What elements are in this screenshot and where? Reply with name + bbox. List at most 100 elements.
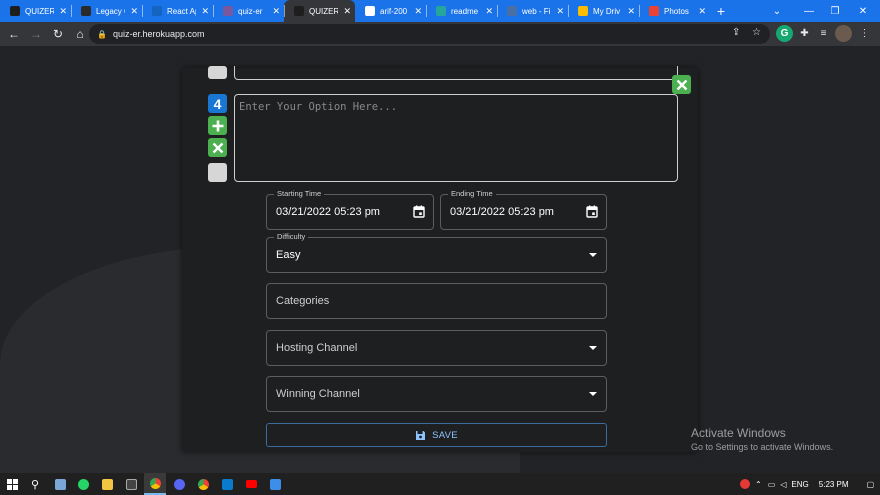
calendar-icon[interactable] <box>413 205 425 218</box>
chrome-icon <box>197 478 209 490</box>
notification-icon[interactable]: ▢ <box>867 480 875 489</box>
start-button[interactable] <box>1 473 23 495</box>
option-number-badge: 4 <box>208 94 227 113</box>
browser-tab[interactable]: arif-200 ✕ <box>355 0 426 22</box>
taskbar-app-chrome-alt[interactable] <box>192 473 214 495</box>
tab-title: readme <box>451 6 479 16</box>
tab-close-icon[interactable]: ✕ <box>627 6 635 17</box>
profile-avatar[interactable] <box>835 25 852 42</box>
search-button[interactable]: ⚲ <box>24 473 46 495</box>
close-window-button[interactable]: ✕ <box>850 0 876 22</box>
difficulty-select[interactable]: Difficulty Easy <box>266 232 607 273</box>
photos-icon <box>269 478 281 490</box>
share-icon[interactable]: ⇪ <box>732 27 740 38</box>
terminal-icon <box>125 478 137 490</box>
browser-tab[interactable]: QUIZER ✕ <box>0 0 71 22</box>
categories-placeholder: Categories <box>276 295 330 307</box>
tab-strip: QUIZER ✕ Legacy C ✕ React Ap ✕ quiz-er ✕ QUIZER ✕… <box>0 0 880 22</box>
address-bar[interactable]: 🔒 quiz-er.herokuapp.com <box>89 24 770 44</box>
ending-time-field[interactable]: Ending Time 03/21/2022 05:23 pm <box>440 189 607 230</box>
lock-icon: 🔒 <box>97 29 107 39</box>
battery-icon[interactable]: ▭ <box>768 480 776 489</box>
windows-logo-icon <box>6 478 18 490</box>
browser-tab[interactable]: React Ap ✕ <box>142 0 213 22</box>
reload-button[interactable]: ↻ <box>47 23 69 45</box>
remove-previous-option-button[interactable] <box>672 75 691 94</box>
browser-tab[interactable]: web - Fi ✕ <box>497 0 568 22</box>
tab-search-button[interactable]: ⌄ <box>764 0 790 22</box>
browser-tab[interactable]: My Driv ✕ <box>568 0 639 22</box>
taskbar-app-terminal[interactable] <box>120 473 142 495</box>
search-icon: ⚲ <box>30 478 40 491</box>
dropdown-caret-icon <box>589 253 597 257</box>
restore-button[interactable]: ❐ <box>822 0 848 22</box>
tab-title: arif-200 <box>380 6 408 16</box>
language-indicator[interactable]: ENG <box>791 480 808 489</box>
taskbar-app-vscode[interactable] <box>216 473 238 495</box>
taskbar-app-notepad[interactable] <box>49 473 71 495</box>
browser-tab[interactable]: Photos ✕ <box>639 0 710 22</box>
browser-tab[interactable]: quiz-er ✕ <box>213 0 284 22</box>
browser-toolbar: ← → ↻ ⌂ 🔒 quiz-er.herokuapp.com ⇪ ☆ G ✚ … <box>0 22 880 46</box>
option-text-input[interactable] <box>234 94 678 182</box>
save-button[interactable]: SAVE <box>266 423 607 447</box>
bookmark-star-icon[interactable]: ☆ <box>752 27 761 38</box>
tab-close-icon[interactable]: ✕ <box>201 6 209 17</box>
winning-channel-select[interactable]: Winning Channel <box>266 376 607 412</box>
tab-close-icon[interactable]: ✕ <box>485 6 493 17</box>
chevron-up-icon[interactable]: ⌃ <box>755 480 762 489</box>
tab-close-icon[interactable]: ✕ <box>556 6 564 17</box>
new-tab-button[interactable]: + <box>710 0 732 22</box>
ending-time-value[interactable]: 03/21/2022 05:23 pm <box>450 195 554 229</box>
grammarly-extension-icon[interactable]: G <box>776 25 793 42</box>
winning-channel-placeholder: Winning Channel <box>276 388 360 400</box>
tab-close-icon[interactable]: ✕ <box>414 6 422 17</box>
previous-option-field[interactable] <box>234 66 678 80</box>
option-checkbox-prev[interactable] <box>208 66 227 79</box>
tab-title: web - Fi <box>522 6 551 16</box>
back-button[interactable]: ← <box>3 23 25 45</box>
calendar-icon[interactable] <box>586 205 598 218</box>
activate-windows-watermark: Activate Windows Go to Settings to activ… <box>691 426 833 452</box>
taskbar-app-whatsapp[interactable] <box>72 473 94 495</box>
starting-time-value[interactable]: 03/21/2022 05:23 pm <box>276 195 380 229</box>
quiz-form-card: 4 Starting Time 03/21/2022 05:23 pm Endi… <box>182 66 698 452</box>
tab-close-icon[interactable]: ✕ <box>130 6 138 17</box>
remove-option-button[interactable] <box>208 138 227 157</box>
browser-tab[interactable]: Legacy C ✕ <box>71 0 142 22</box>
reading-list-icon[interactable]: ≡ <box>815 25 832 42</box>
web-icon <box>507 6 517 16</box>
browser-tab[interactable]: QUIZER ✕ <box>284 0 355 22</box>
add-option-button[interactable] <box>208 116 227 135</box>
taskbar-app-photos[interactable] <box>264 473 286 495</box>
tab-close-icon[interactable]: ✕ <box>343 6 351 17</box>
taskbar-app-chrome[interactable] <box>144 473 166 495</box>
categories-field[interactable]: Categories <box>266 283 607 319</box>
dropdown-caret-icon <box>589 392 597 396</box>
tab-title: Legacy C <box>96 6 125 16</box>
browser-tab[interactable]: readme ✕ <box>426 0 497 22</box>
tab-close-icon[interactable]: ✕ <box>272 6 280 17</box>
tray-app-icon[interactable] <box>740 479 750 489</box>
home-button[interactable]: ⌂ <box>69 23 91 45</box>
menu-kebab-icon[interactable]: ⋮ <box>856 25 873 42</box>
hosting-channel-select[interactable]: Hosting Channel <box>266 330 607 366</box>
page-content: 4 Starting Time 03/21/2022 05:23 pm Endi… <box>0 46 880 473</box>
volume-icon[interactable]: ◁ <box>780 480 786 489</box>
reload-icon: ↻ <box>52 27 64 41</box>
taskbar-app-file-explorer[interactable] <box>96 473 118 495</box>
extensions-puzzle-icon[interactable]: ✚ <box>796 25 813 42</box>
starting-time-field[interactable]: Starting Time 03/21/2022 05:23 pm <box>266 189 434 230</box>
home-icon: ⌂ <box>76 27 84 41</box>
taskbar-app-youtube[interactable] <box>240 473 262 495</box>
tab-title: quiz-er <box>238 6 263 16</box>
tab-close-icon[interactable]: ✕ <box>698 6 706 17</box>
minimize-button[interactable]: — <box>796 0 822 22</box>
taskbar-app-discord[interactable] <box>168 473 190 495</box>
tab-close-icon[interactable]: ✕ <box>59 6 67 17</box>
dropdown-caret-icon <box>589 346 597 350</box>
clock[interactable]: 5:23 PM <box>819 480 849 489</box>
correct-option-checkbox[interactable] <box>208 163 227 182</box>
discord-icon <box>173 478 185 490</box>
forward-button[interactable]: → <box>25 23 47 45</box>
